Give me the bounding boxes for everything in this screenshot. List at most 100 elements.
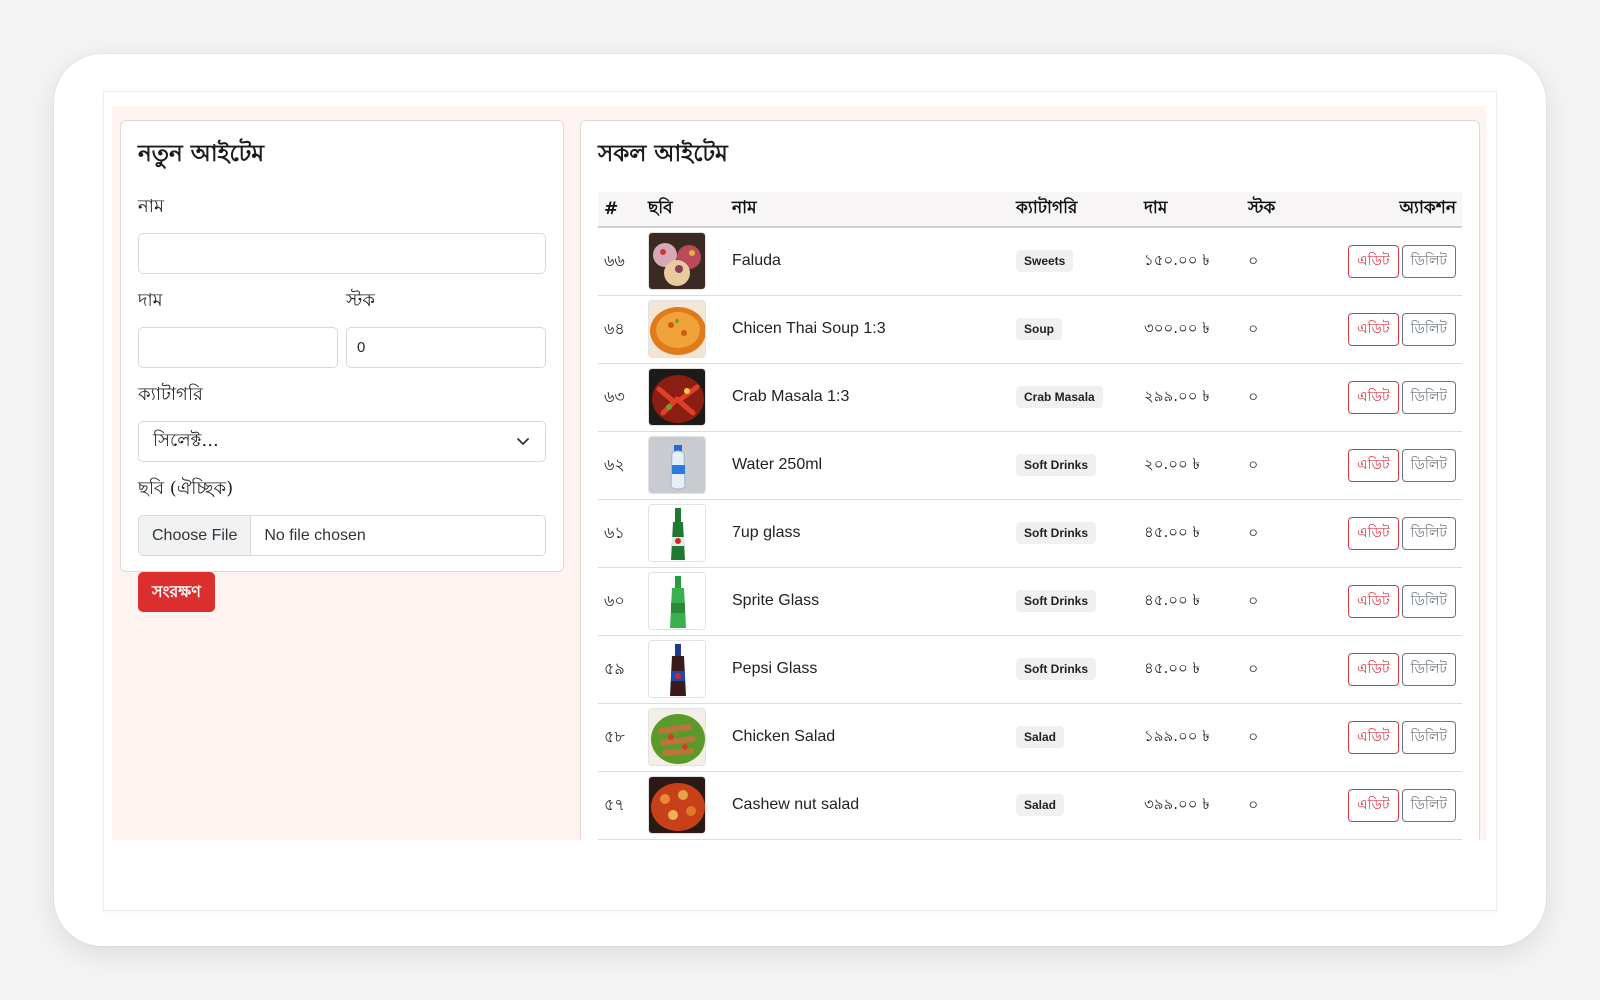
file-status: No file chosen bbox=[264, 526, 366, 544]
row-category-cell: Crab Masala bbox=[1010, 363, 1138, 431]
row-actions: এডিট ডিলিট bbox=[1312, 499, 1462, 567]
7up-bottle-image bbox=[648, 504, 706, 562]
delete-button[interactable]: ডিলিট bbox=[1401, 312, 1456, 346]
category-label: ক্যাটাগরি bbox=[138, 384, 203, 405]
choose-file-button[interactable]: Choose File bbox=[139, 516, 252, 555]
delete-button[interactable]: ডিলিট bbox=[1401, 380, 1456, 414]
category-badge: Salad bbox=[1016, 794, 1065, 816]
header-image: ছবি bbox=[642, 192, 726, 228]
table-row: ৬৩ Crab Masala 1:3 Crab Masala ২৯৯.০০ ৳ … bbox=[598, 363, 1462, 431]
category-badge: Crab Masala bbox=[1016, 386, 1103, 408]
table-row: ৬২ Water 250ml Soft Drinks ২০.০০ ৳ ০ এডি… bbox=[598, 431, 1462, 499]
row-number: ৬২ bbox=[604, 454, 625, 474]
row-actions: এডিট ডিলিট bbox=[1312, 567, 1462, 635]
stock-input[interactable] bbox=[346, 327, 546, 368]
category-select[interactable]: সিলেক্ট... bbox=[138, 421, 546, 462]
price-stock-row: দাম স্টক bbox=[138, 286, 546, 368]
price-group: দাম bbox=[138, 286, 338, 368]
delete-button[interactable]: ডিলিট bbox=[1401, 720, 1456, 754]
delete-button[interactable]: ডিলিট bbox=[1401, 516, 1456, 550]
row-stock: ০ bbox=[1248, 250, 1259, 270]
name-label: নাম bbox=[138, 196, 164, 217]
table-row: ৫৮ Chicken Salad Salad ১৯৯.০০ ৳ ০ এডিট ডি… bbox=[598, 703, 1462, 771]
header-num: # bbox=[598, 192, 642, 228]
row-category-cell: Soft Drinks bbox=[1010, 431, 1138, 499]
category-badge: Salad bbox=[1016, 726, 1065, 748]
row-actions: এডিট ডিলিট bbox=[1312, 771, 1462, 839]
row-image-cell bbox=[642, 703, 726, 771]
row-number: ৬৬ bbox=[604, 250, 625, 270]
items-table: # ছবি নাম ক্যাটাগরি দাম স্টক অ্যাকশন ৬৬ … bbox=[598, 192, 1462, 840]
row-stock: ০ bbox=[1248, 522, 1259, 542]
row-price: ১৯৯.০০ ৳ bbox=[1144, 726, 1210, 745]
row-name: Cashew nut salad bbox=[732, 796, 860, 813]
row-image-cell bbox=[642, 431, 726, 499]
row-category-cell: Salad bbox=[1010, 771, 1138, 839]
row-image-cell bbox=[642, 771, 726, 839]
stock-label: স্টক bbox=[346, 290, 375, 311]
row-number: ৬৪ bbox=[604, 318, 625, 338]
row-name: 7up glass bbox=[732, 524, 801, 541]
row-actions: এডিট ডিলিট bbox=[1312, 431, 1462, 499]
delete-button[interactable]: ডিলিট bbox=[1401, 788, 1456, 822]
row-category-cell: Salad bbox=[1010, 703, 1138, 771]
row-category-cell: Soft Drinks bbox=[1010, 635, 1138, 703]
edit-button[interactable]: এডিট bbox=[1348, 652, 1399, 686]
row-category-cell: Soup bbox=[1010, 295, 1138, 363]
row-stock: ০ bbox=[1248, 590, 1259, 610]
edit-button[interactable]: এডিট bbox=[1348, 380, 1399, 414]
row-image-cell bbox=[642, 227, 726, 295]
delete-button[interactable]: ডিলিট bbox=[1401, 244, 1456, 278]
header-price: দাম bbox=[1138, 192, 1242, 228]
edit-button[interactable]: এডিট bbox=[1348, 584, 1399, 618]
row-category-cell: Sweets bbox=[1010, 227, 1138, 295]
edit-button[interactable]: এডিট bbox=[1348, 516, 1399, 550]
header-category: ক্যাটাগরি bbox=[1010, 192, 1138, 228]
row-number: ৫৭ bbox=[604, 794, 625, 814]
delete-button[interactable]: ডিলিট bbox=[1401, 448, 1456, 482]
save-button[interactable]: সংরক্ষণ bbox=[138, 572, 215, 612]
file-input[interactable]: Choose File No file chosen bbox=[138, 515, 546, 556]
row-number: ৫৯ bbox=[604, 658, 625, 678]
row-number: ৬০ bbox=[604, 590, 625, 610]
name-input[interactable] bbox=[138, 233, 546, 274]
image-label: ছবি (ঐচ্ছিক) bbox=[138, 478, 234, 499]
row-stock: ০ bbox=[1248, 386, 1259, 406]
row-stock: ০ bbox=[1248, 318, 1259, 338]
row-number: ৫৮ bbox=[604, 726, 625, 746]
row-name: Chicken Salad bbox=[732, 728, 836, 745]
chicken-salad-image bbox=[648, 708, 706, 766]
category-badge: Soft Drinks bbox=[1016, 454, 1097, 476]
new-item-title: নতুন আইটেম bbox=[138, 140, 265, 167]
edit-button[interactable]: এডিট bbox=[1348, 788, 1399, 822]
faluda-image bbox=[648, 232, 706, 291]
edit-button[interactable]: এডিট bbox=[1348, 312, 1399, 346]
category-selected-value[interactable]: সিলেক্ট... bbox=[138, 421, 546, 462]
row-name: Sprite Glass bbox=[732, 592, 820, 609]
row-price: ৪৫.০০ ৳ bbox=[1144, 658, 1200, 677]
price-label: দাম bbox=[138, 290, 163, 311]
edit-button[interactable]: এডিট bbox=[1348, 448, 1399, 482]
table-header-row: # ছবি নাম ক্যাটাগরি দাম স্টক অ্যাকশন bbox=[598, 192, 1462, 228]
delete-button[interactable]: ডিলিট bbox=[1401, 584, 1456, 618]
edit-button[interactable]: এডিট bbox=[1348, 244, 1399, 278]
price-input[interactable] bbox=[138, 327, 338, 368]
row-actions: এডিট ডিলিট bbox=[1312, 635, 1462, 703]
row-name: Faluda bbox=[732, 252, 781, 270]
row-actions: এডিট ডিলিট bbox=[1312, 227, 1462, 295]
crab-image bbox=[648, 368, 706, 426]
row-price: ২০.০০ ৳ bbox=[1144, 454, 1201, 473]
edit-button[interactable]: এডিট bbox=[1348, 720, 1399, 754]
row-number: ৬১ bbox=[604, 522, 625, 542]
row-actions: এডিট ডিলিট bbox=[1312, 295, 1462, 363]
delete-button[interactable]: ডিলিট bbox=[1401, 652, 1456, 686]
category-badge: Soft Drinks bbox=[1016, 658, 1097, 680]
row-image-cell bbox=[642, 499, 726, 567]
row-name: Crab Masala 1:3 bbox=[732, 388, 850, 405]
soup-image bbox=[648, 300, 706, 358]
cashew-salad-image bbox=[648, 776, 706, 834]
all-items-title: সকল আইটেম bbox=[598, 140, 728, 167]
pepsi-bottle-image bbox=[648, 640, 706, 698]
table-row: ৬৬ Faluda Sweets ১৫০.০০ ৳ ০ এডিট ডিলিট bbox=[598, 227, 1462, 295]
category-badge: Sweets bbox=[1016, 250, 1074, 273]
